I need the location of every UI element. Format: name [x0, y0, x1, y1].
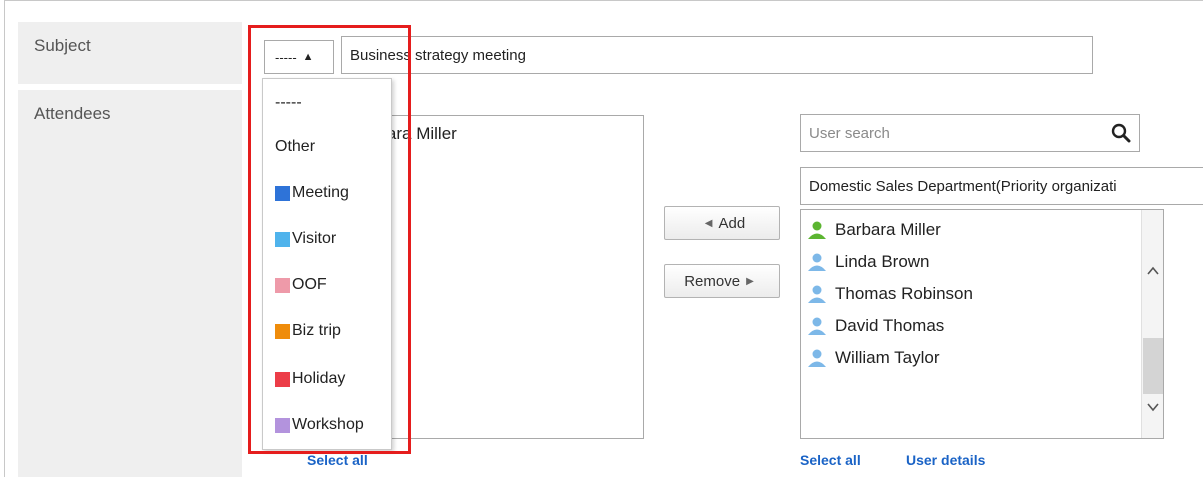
add-button[interactable]: ◀ Add	[664, 206, 780, 240]
user-name: David Thomas	[835, 316, 945, 335]
remove-button-label: Remove	[684, 272, 741, 290]
dropdown-option[interactable]: Biz trip	[263, 313, 391, 349]
user-name: Linda Brown	[835, 252, 930, 271]
user-list-item[interactable]: Barbara Miller	[807, 216, 941, 244]
user-search-placeholder: User search	[809, 124, 890, 142]
select-all-users-link[interactable]: Select all	[800, 452, 861, 468]
workshop-color-swatch	[275, 417, 290, 433]
user-icon	[808, 349, 826, 367]
event-type-dropdown: ----- Other Meeting Visitor OOF Biz trip…	[262, 78, 392, 450]
holiday-color-swatch	[275, 371, 290, 387]
add-button-label: Add	[718, 214, 746, 232]
chevron-down-icon[interactable]	[1146, 400, 1160, 414]
caret-up-icon: ▲	[302, 51, 314, 63]
user-list-item[interactable]: William Taylor	[807, 344, 940, 372]
dropdown-option[interactable]: OOF	[263, 267, 391, 303]
dropdown-option[interactable]: Visitor	[263, 221, 391, 257]
dropdown-option[interactable]: Workshop	[263, 407, 391, 443]
dropdown-option-label: Workshop	[292, 416, 364, 433]
dropdown-option[interactable]: Other	[263, 129, 391, 165]
dropdown-option-label: Holiday	[292, 370, 346, 387]
dropdown-option-label: Biz trip	[292, 322, 341, 339]
triangle-right-icon: ▶	[746, 275, 754, 287]
event-type-value: -----	[275, 49, 297, 65]
user-details-link[interactable]: User details	[906, 452, 985, 468]
dropdown-option-label: -----	[275, 94, 302, 111]
chevron-up-icon[interactable]	[1146, 264, 1160, 278]
dropdown-option-label: Meeting	[292, 184, 349, 201]
user-icon	[808, 285, 826, 303]
dropdown-option[interactable]: Meeting	[263, 175, 391, 211]
frame-top-border	[4, 0, 1203, 1]
user-search-input[interactable]: User search	[800, 114, 1140, 152]
subject-input[interactable]: Business strategy meeting	[341, 36, 1093, 74]
biz-trip-color-swatch	[275, 323, 290, 339]
dropdown-option-label: Other	[275, 138, 316, 155]
user-list-item[interactable]: Thomas Robinson	[807, 280, 973, 308]
oof-color-swatch	[275, 277, 290, 293]
visitor-color-swatch	[275, 231, 290, 247]
user-list-scrollbar[interactable]	[1141, 210, 1163, 438]
search-icon[interactable]	[1111, 123, 1131, 143]
selected-attendees-list[interactable]: Barbara Miller	[350, 115, 644, 439]
dropdown-option-label: OOF	[292, 276, 327, 293]
user-icon	[808, 317, 826, 335]
dropdown-option[interactable]: Holiday	[263, 361, 391, 397]
attendees-label-cell: Attendees	[18, 90, 242, 477]
organization-select[interactable]: Domestic Sales Department(Priority organ…	[800, 167, 1203, 205]
subject-input-value: Business strategy meeting	[350, 46, 526, 64]
triangle-left-icon: ◀	[704, 217, 713, 229]
attendees-label: Attendees	[34, 104, 111, 123]
dropdown-option[interactable]: -----	[263, 85, 391, 121]
user-list-item[interactable]: David Thomas	[807, 312, 944, 340]
dropdown-option-label: Visitor	[292, 230, 337, 247]
user-list-item[interactable]: Linda Brown	[807, 248, 930, 276]
organization-select-value: Domestic Sales Department(Priority organ…	[809, 177, 1117, 195]
user-name: Thomas Robinson	[835, 284, 973, 303]
event-type-select[interactable]: ----- ▲	[264, 40, 334, 74]
user-name: William Taylor	[835, 348, 940, 367]
remove-button[interactable]: Remove ▶	[664, 264, 780, 298]
subject-label: Subject	[34, 36, 91, 55]
subject-label-cell: Subject	[18, 22, 242, 84]
user-icon	[808, 253, 826, 271]
user-name: Barbara Miller	[835, 220, 941, 239]
select-all-selected-link[interactable]: Select all	[307, 452, 368, 468]
user-candidate-list[interactable]: Barbara Miller Linda Brown Thomas Robins…	[800, 209, 1164, 439]
frame-left-border	[4, 0, 5, 477]
user-icon	[808, 221, 826, 239]
meeting-color-swatch	[275, 185, 290, 201]
scrollbar-thumb[interactable]	[1143, 338, 1163, 394]
